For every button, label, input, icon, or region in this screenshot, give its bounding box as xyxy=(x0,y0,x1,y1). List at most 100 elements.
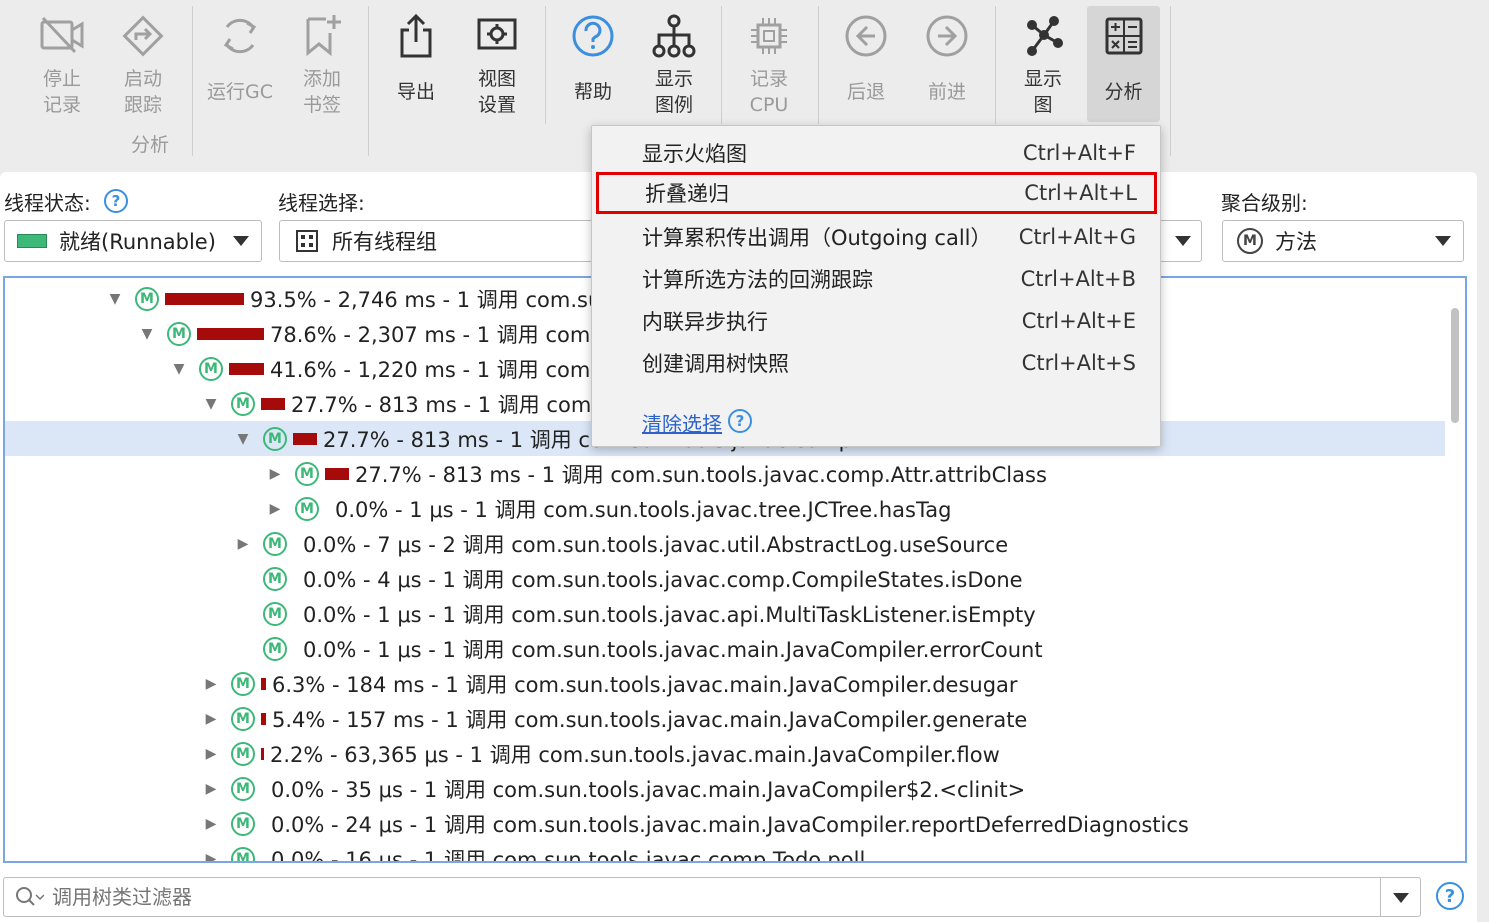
menu-item-shortcut: Ctrl+Alt+E xyxy=(1021,309,1136,333)
collapsed-triangle-icon[interactable]: ▶ xyxy=(265,464,285,484)
table-row[interactable]: ▶ M 2.2% - 63,365 μs - 1 调用 com.sun.tools.… xyxy=(5,736,1445,771)
row-text: 27.7% - 813 ms - 1 调用 com.su xyxy=(291,392,623,417)
call-tree-filter[interactable] xyxy=(3,877,1421,917)
table-row[interactable]: M 0.0% - 4 μs - 1 调用 com.sun.tools.javac.… xyxy=(5,561,1445,596)
percentage-bar xyxy=(229,362,264,375)
method-icon: M xyxy=(231,741,255,766)
collapsed-triangle-icon[interactable]: ▶ xyxy=(201,744,221,764)
method-icon: M xyxy=(199,356,223,381)
menu-item-shortcut: Ctrl+Alt+S xyxy=(1021,351,1136,375)
stop-recording-button[interactable]: 停止 记录 xyxy=(22,6,102,122)
expanded-triangle-icon[interactable]: ▼ xyxy=(201,394,221,414)
show-legend-button[interactable]: 显示 图例 xyxy=(634,6,714,122)
collapsed-triangle-icon[interactable]: ▶ xyxy=(201,814,221,834)
search-icon xyxy=(14,885,44,909)
row-text: 93.5% - 2,746 ms - 1 调用 com.sun xyxy=(250,287,615,312)
help-button[interactable]: 帮助 xyxy=(553,6,633,122)
collapsed-triangle-icon[interactable]: ▶ xyxy=(201,674,221,694)
percentage-bar xyxy=(165,292,244,305)
row-text: 0.0% - 16 μs - 1 调用 com.sun.tools.javac.… xyxy=(271,847,866,863)
runnable-state-swatch xyxy=(17,234,47,248)
percentage-bar xyxy=(293,432,317,445)
table-row[interactable]: ▶ M 0.0% - 1 μs - 1 调用 com.sun.tools.javac… xyxy=(5,491,1445,526)
show-legend-label: 显示 图例 xyxy=(654,68,693,116)
menu-item-merge-recursion[interactable]: 折叠递归 Ctrl+Alt+L xyxy=(596,172,1157,214)
thread-state-select[interactable]: 就绪(Runnable) xyxy=(4,220,262,262)
add-bookmark-label: 添加 书签 xyxy=(302,68,341,116)
collapsed-triangle-icon[interactable]: ▶ xyxy=(233,534,253,554)
thread-select-dropdown[interactable]: 所有线程组 xyxy=(279,220,609,262)
percentage-bar xyxy=(325,467,349,480)
run-gc-button[interactable]: 运行GC xyxy=(200,6,280,122)
expanded-triangle-icon[interactable]: ▼ xyxy=(169,359,189,379)
graph-icon xyxy=(1020,6,1066,66)
table-row[interactable]: ▶ M 0.0% - 24 μs - 1 调用 com.sun.tools.java… xyxy=(5,806,1445,841)
toolbar-separator xyxy=(192,6,193,156)
row-text: 41.6% - 1,220 ms - 1 调用 com.su xyxy=(270,357,622,382)
collapsed-triangle-icon[interactable]: ▶ xyxy=(265,499,285,519)
expanded-triangle-icon[interactable]: ▼ xyxy=(233,429,253,449)
percentage-bar xyxy=(261,712,266,725)
view-settings-icon xyxy=(475,6,519,66)
clear-selection-help-icon[interactable]: ? xyxy=(728,409,752,433)
thread-group-icon xyxy=(296,230,318,252)
show-graph-button[interactable]: 显示 图 xyxy=(1003,6,1083,122)
method-icon: M xyxy=(231,776,255,801)
menu-item-outgoing-calls[interactable]: 计算累积传出调用（Outgoing call） Ctrl+Alt+G xyxy=(592,216,1160,258)
thread-state-label: 线程状态: xyxy=(4,187,91,216)
forward-button[interactable]: 前进 xyxy=(907,6,987,122)
record-cpu-button[interactable]: 记录 CPU xyxy=(729,6,809,122)
menu-item-label: 内联异步执行 xyxy=(642,310,768,334)
table-row[interactable]: ▶ M 0.0% - 35 μs - 1 调用 com.sun.tools.java… xyxy=(5,771,1445,806)
aggregation-value: 方法 xyxy=(1275,230,1317,254)
row-text: 0.0% - 4 μs - 1 调用 com.sun.tools.javac.c… xyxy=(303,567,1023,592)
method-icon: M xyxy=(295,461,319,486)
chevron-down-icon xyxy=(233,236,249,246)
filter-input[interactable] xyxy=(50,884,1350,910)
collapsed-triangle-icon[interactable]: ▶ xyxy=(201,849,221,862)
method-icon: M xyxy=(263,426,287,451)
chevron-down-icon xyxy=(1175,236,1191,246)
show-graph-label: 显示 图 xyxy=(1023,68,1062,116)
export-button[interactable]: 导出 xyxy=(376,6,456,122)
menu-item-shortcut: Ctrl+Alt+L xyxy=(1024,181,1137,205)
forward-icon xyxy=(924,6,970,66)
add-bookmark-button[interactable]: 添加 书签 xyxy=(282,6,362,122)
row-text: 6.3% - 184 ms - 1 调用 com.sun.tools.javac… xyxy=(272,672,1018,697)
expanded-triangle-icon[interactable]: ▼ xyxy=(105,289,125,309)
filter-help-icon[interactable]: ? xyxy=(1436,882,1464,910)
back-button[interactable]: 后退 xyxy=(826,6,906,122)
vertical-scrollbar[interactable] xyxy=(1451,308,1459,423)
menu-item-inline-async[interactable]: 内联异步执行 Ctrl+Alt+E xyxy=(592,300,1160,342)
start-tracking-button[interactable]: 启动 跟踪 xyxy=(103,6,183,122)
menu-item-snapshot[interactable]: 创建调用树快照 Ctrl+Alt+S xyxy=(592,342,1160,384)
table-row[interactable]: ▶ M 5.4% - 157 ms - 1 调用 com.sun.tools.jav… xyxy=(5,701,1445,736)
menu-item-backtraces[interactable]: 计算所选方法的回溯跟踪 Ctrl+Alt+B xyxy=(592,258,1160,300)
method-icon: M xyxy=(231,671,255,696)
clear-selection-link[interactable]: 清除选择 xyxy=(642,408,722,437)
table-row[interactable]: ▶ M 6.3% - 184 ms - 1 调用 com.sun.tools.jav… xyxy=(5,666,1445,701)
table-row[interactable]: ▶ M 27.7% - 813 ms - 1 调用 com.sun.tools.ja… xyxy=(5,456,1445,491)
expanded-triangle-icon[interactable]: ▼ xyxy=(137,324,157,344)
table-row[interactable]: M 0.0% - 1 μs - 1 调用 com.sun.tools.javac.… xyxy=(5,596,1445,631)
menu-item-label: 计算累积传出调用（Outgoing call） xyxy=(642,226,992,250)
collapsed-triangle-icon[interactable]: ▶ xyxy=(201,709,221,729)
table-row[interactable]: M 0.0% - 1 μs - 1 调用 com.sun.tools.javac.… xyxy=(5,631,1445,666)
thread-state-help-icon[interactable]: ? xyxy=(104,189,128,213)
menu-item-label: 显示火焰图 xyxy=(642,142,747,166)
analyze-button[interactable]: 分析 xyxy=(1087,6,1160,122)
menu-item-label: 折叠递归 xyxy=(645,182,729,206)
collapsed-triangle-icon[interactable]: ▶ xyxy=(201,779,221,799)
row-text: 27.7% - 813 ms - 1 调用 com.sun.tools.java… xyxy=(355,462,1047,487)
menu-item-flame-graph[interactable]: 显示火焰图 Ctrl+Alt+F xyxy=(592,132,1160,174)
filter-history-dropdown[interactable] xyxy=(1380,878,1420,916)
aggregation-select[interactable]: M 方法 xyxy=(1222,220,1464,262)
method-icon: M xyxy=(135,286,159,311)
menu-item-shortcut: Ctrl+Alt+B xyxy=(1020,267,1136,291)
view-settings-button[interactable]: 视图 设置 xyxy=(457,6,537,122)
method-icon: M xyxy=(231,391,255,416)
table-row[interactable]: ▶ M 0.0% - 7 μs - 2 调用 com.sun.tools.javac… xyxy=(5,526,1445,561)
menu-item-shortcut: Ctrl+Alt+G xyxy=(1018,225,1136,249)
table-row[interactable]: ▶ M 0.0% - 16 μs - 1 调用 com.sun.tools.java… xyxy=(5,841,1445,863)
